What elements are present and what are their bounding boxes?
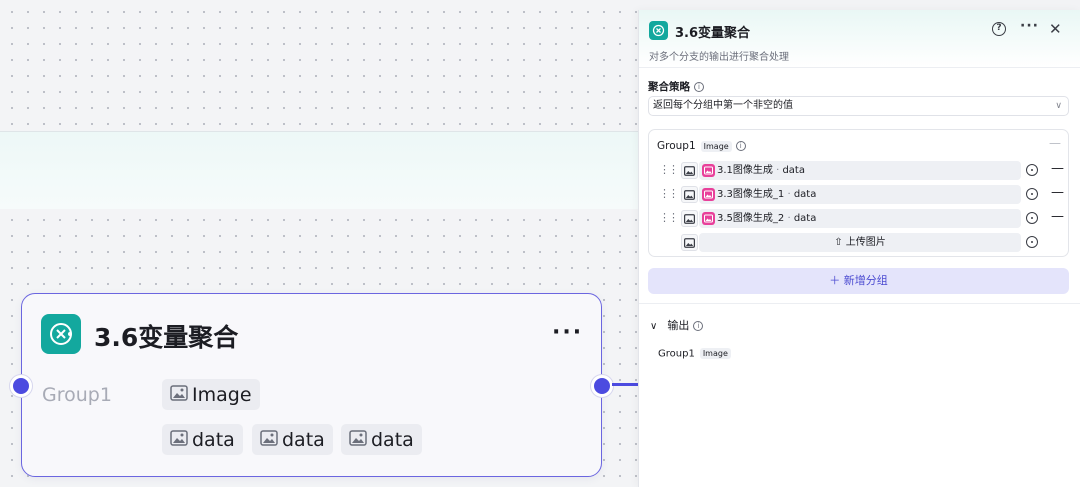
variable-reference-field[interactable]: 3.1图像生成 · data <box>699 161 1021 180</box>
group-variable-row: ⋮⋮ 3.1图像生成 · data — <box>659 161 1064 181</box>
image-generation-icon <box>702 212 715 225</box>
panel-description: 对多个分支的输出进行聚合处理 <box>649 52 789 63</box>
output-section-header[interactable]: ∨ 输出 i <box>650 317 704 333</box>
node-data-chip-label: data <box>192 428 235 451</box>
group-collapse-icon[interactable]: — <box>1049 136 1061 150</box>
upload-image-button[interactable]: ⇧ 上传图片 <box>699 233 1021 252</box>
variable-field: data <box>793 213 817 224</box>
variable-field: data <box>793 189 817 200</box>
strategy-select[interactable]: 返回每个分组中第一个非空的值 ∨ <box>648 96 1069 116</box>
chevron-down-icon: ∨ <box>1055 101 1062 111</box>
node-data-chip: data <box>252 424 333 455</box>
variable-reference-text: 3.1图像生成 · data <box>717 161 805 180</box>
output-item-type: Image <box>699 348 731 359</box>
group-variable-row: ⋮⋮ 3.5图像生成_2 · data — <box>659 209 1064 229</box>
aggregate-node-icon <box>649 21 668 40</box>
node-type-chip: Image <box>162 379 260 410</box>
variable-separator: · <box>784 189 794 200</box>
node-settings-panel: 3.6变量聚合 对多个分支的输出进行聚合处理 ? ··· ✕ 聚合策略 i 返回每… <box>638 10 1080 487</box>
panel-title: 3.6变量聚合 <box>675 26 751 41</box>
node-type-chip-label: Image <box>192 383 252 406</box>
info-icon[interactable]: i <box>694 82 704 92</box>
upload-icon: ⇧ <box>834 237 843 248</box>
output-item-name: Group1 <box>658 348 695 360</box>
section-divider <box>639 303 1080 304</box>
help-icon[interactable]: ? <box>992 22 1006 36</box>
strategy-selected-value: 返回每个分组中第一个非空的值 <box>653 100 793 111</box>
node-input-port[interactable] <box>10 375 32 397</box>
canvas-band <box>0 131 640 209</box>
panel-header: 3.6变量聚合 对多个分支的输出进行聚合处理 ? ··· ✕ <box>639 10 1080 68</box>
group-title: Group1 Image i <box>657 140 746 152</box>
variable-reference-text: 3.5图像生成_2 · data <box>717 209 816 228</box>
image-icon <box>681 162 698 179</box>
image-icon <box>170 384 188 406</box>
node-data-chip: data <box>341 424 422 455</box>
strategy-label-text: 聚合策略 <box>648 81 690 93</box>
group-card: Group1 Imagei — ⋮⋮ 3.1图像生成 · data — ⋮⋮ <box>648 129 1069 257</box>
node-output-port[interactable] <box>591 375 613 397</box>
more-options-icon[interactable]: ··· <box>1020 18 1039 34</box>
image-icon <box>681 186 698 203</box>
node-data-chip-label: data <box>371 428 414 451</box>
variable-picker-icon[interactable] <box>1026 212 1038 224</box>
variable-reference-field[interactable]: 3.3图像生成_1 · data <box>699 185 1021 204</box>
chevron-down-icon: ∨ <box>650 321 658 332</box>
drag-handle-icon[interactable]: ⋮⋮ <box>659 211 679 224</box>
output-item: Group1 Image <box>658 348 731 360</box>
remove-variable-button[interactable]: — <box>1051 209 1064 224</box>
workflow-canvas[interactable]: 3.6变量聚合 ··· Group1 Image data data data <box>0 0 640 487</box>
variable-source: 3.3图像生成_1 <box>717 189 785 200</box>
aggregate-node[interactable]: 3.6变量聚合 ··· Group1 Image data data data <box>21 293 602 477</box>
close-icon[interactable]: ✕ <box>1049 20 1062 38</box>
drag-handle-icon[interactable]: ⋮⋮ <box>659 187 679 200</box>
variable-picker-icon[interactable] <box>1026 236 1038 248</box>
add-group-button[interactable]: ＋ 新增分组 <box>648 268 1069 294</box>
variable-source: 3.5图像生成_2 <box>717 213 785 224</box>
remove-variable-button[interactable]: — <box>1051 161 1064 176</box>
node-data-chip-label: data <box>282 428 325 451</box>
group-name: Group1 <box>657 140 696 152</box>
strategy-label: 聚合策略 i <box>648 79 704 94</box>
variable-picker-icon[interactable] <box>1026 164 1038 176</box>
group-type-tag: Image <box>700 140 732 152</box>
info-icon[interactable]: i <box>735 141 746 151</box>
variable-source: 3.1图像生成 <box>717 165 773 176</box>
node-title: 3.6变量聚合 <box>94 323 239 352</box>
drag-handle-icon[interactable]: ⋮⋮ <box>659 163 679 176</box>
variable-separator: · <box>784 213 794 224</box>
image-icon <box>681 210 698 227</box>
variable-reference-text: 3.3图像生成_1 · data <box>717 185 816 204</box>
image-generation-icon <box>702 164 715 177</box>
image-icon <box>349 429 367 451</box>
node-group-label: Group1 <box>42 384 112 406</box>
output-label: 输出 <box>667 319 690 332</box>
upload-row: ⇧ 上传图片 <box>659 233 1059 253</box>
variable-picker-icon[interactable] <box>1026 188 1038 200</box>
variable-field: data <box>782 165 805 176</box>
aggregate-node-icon <box>41 314 81 354</box>
upload-label: 上传图片 <box>845 237 886 248</box>
node-data-chip: data <box>162 424 243 455</box>
variable-reference-field[interactable]: 3.5图像生成_2 · data <box>699 209 1021 228</box>
image-icon <box>170 429 188 451</box>
remove-variable-button[interactable]: — <box>1051 185 1064 200</box>
node-more-icon[interactable]: ··· <box>552 320 583 345</box>
output-edge <box>612 383 640 386</box>
info-icon[interactable]: i <box>693 321 704 331</box>
group-variable-row: ⋮⋮ 3.3图像生成_1 · data — <box>659 185 1064 205</box>
image-icon <box>681 234 698 251</box>
image-icon <box>260 429 278 451</box>
image-generation-icon <box>702 188 715 201</box>
